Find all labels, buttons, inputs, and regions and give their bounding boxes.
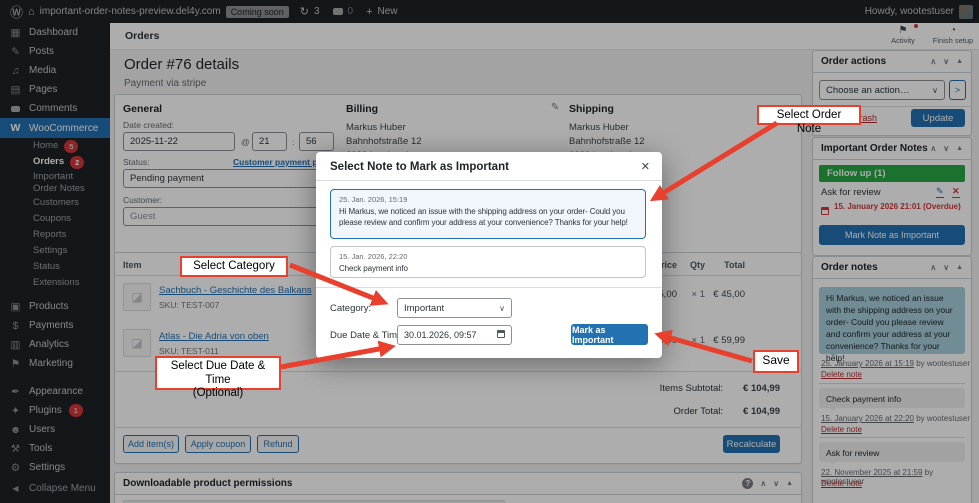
category-value: Important [404,302,445,314]
calendar-icon [497,330,505,340]
wordpress-admin-screen: Ⓦ ⌂ important-order-notes-preview.del4y.… [0,0,979,503]
select-note-modal: Select Note to Mark as Important ✕ 25. J… [316,152,662,358]
modal-title: Select Note to Mark as Important [330,161,509,173]
category-label: Category: [330,303,372,314]
note-text: Check payment info [339,264,408,273]
note-date: 25. Jan. 2026, 15:19 [339,195,408,204]
chevron-down-icon: ∨ [499,303,505,313]
callout-line: (Optional) [192,387,244,399]
modal-note-option-selected[interactable]: 25. Jan. 2026, 15:19 Hi Markus, we notic… [330,189,646,239]
modal-note-option[interactable]: 15. Jan. 2026, 22:20 Check payment info [330,246,646,278]
due-date-input[interactable]: 30.01.2026, 09:57 [397,325,512,345]
due-date-label: Due Date & Time: [330,330,405,341]
note-date: 15. Jan. 2026, 22:20 [339,252,408,261]
callout-select-due-date: Select Due Date & Time (Optional) [155,356,281,399]
callout-line: Select Due Date & Time [170,360,266,386]
mark-as-important-button[interactable]: Mark as Important [571,324,648,345]
callout-select-order-note: Select Order Note [757,105,861,135]
due-date-value: 30.01.2026, 09:57 [404,330,477,340]
category-select[interactable]: Important ∨ [397,298,512,318]
callout-save: Save [753,350,799,373]
note-text: Hi Markus, we noticed an issue with the … [339,207,628,227]
callout-select-category: Select Category [180,256,288,277]
close-icon[interactable]: ✕ [641,160,650,173]
